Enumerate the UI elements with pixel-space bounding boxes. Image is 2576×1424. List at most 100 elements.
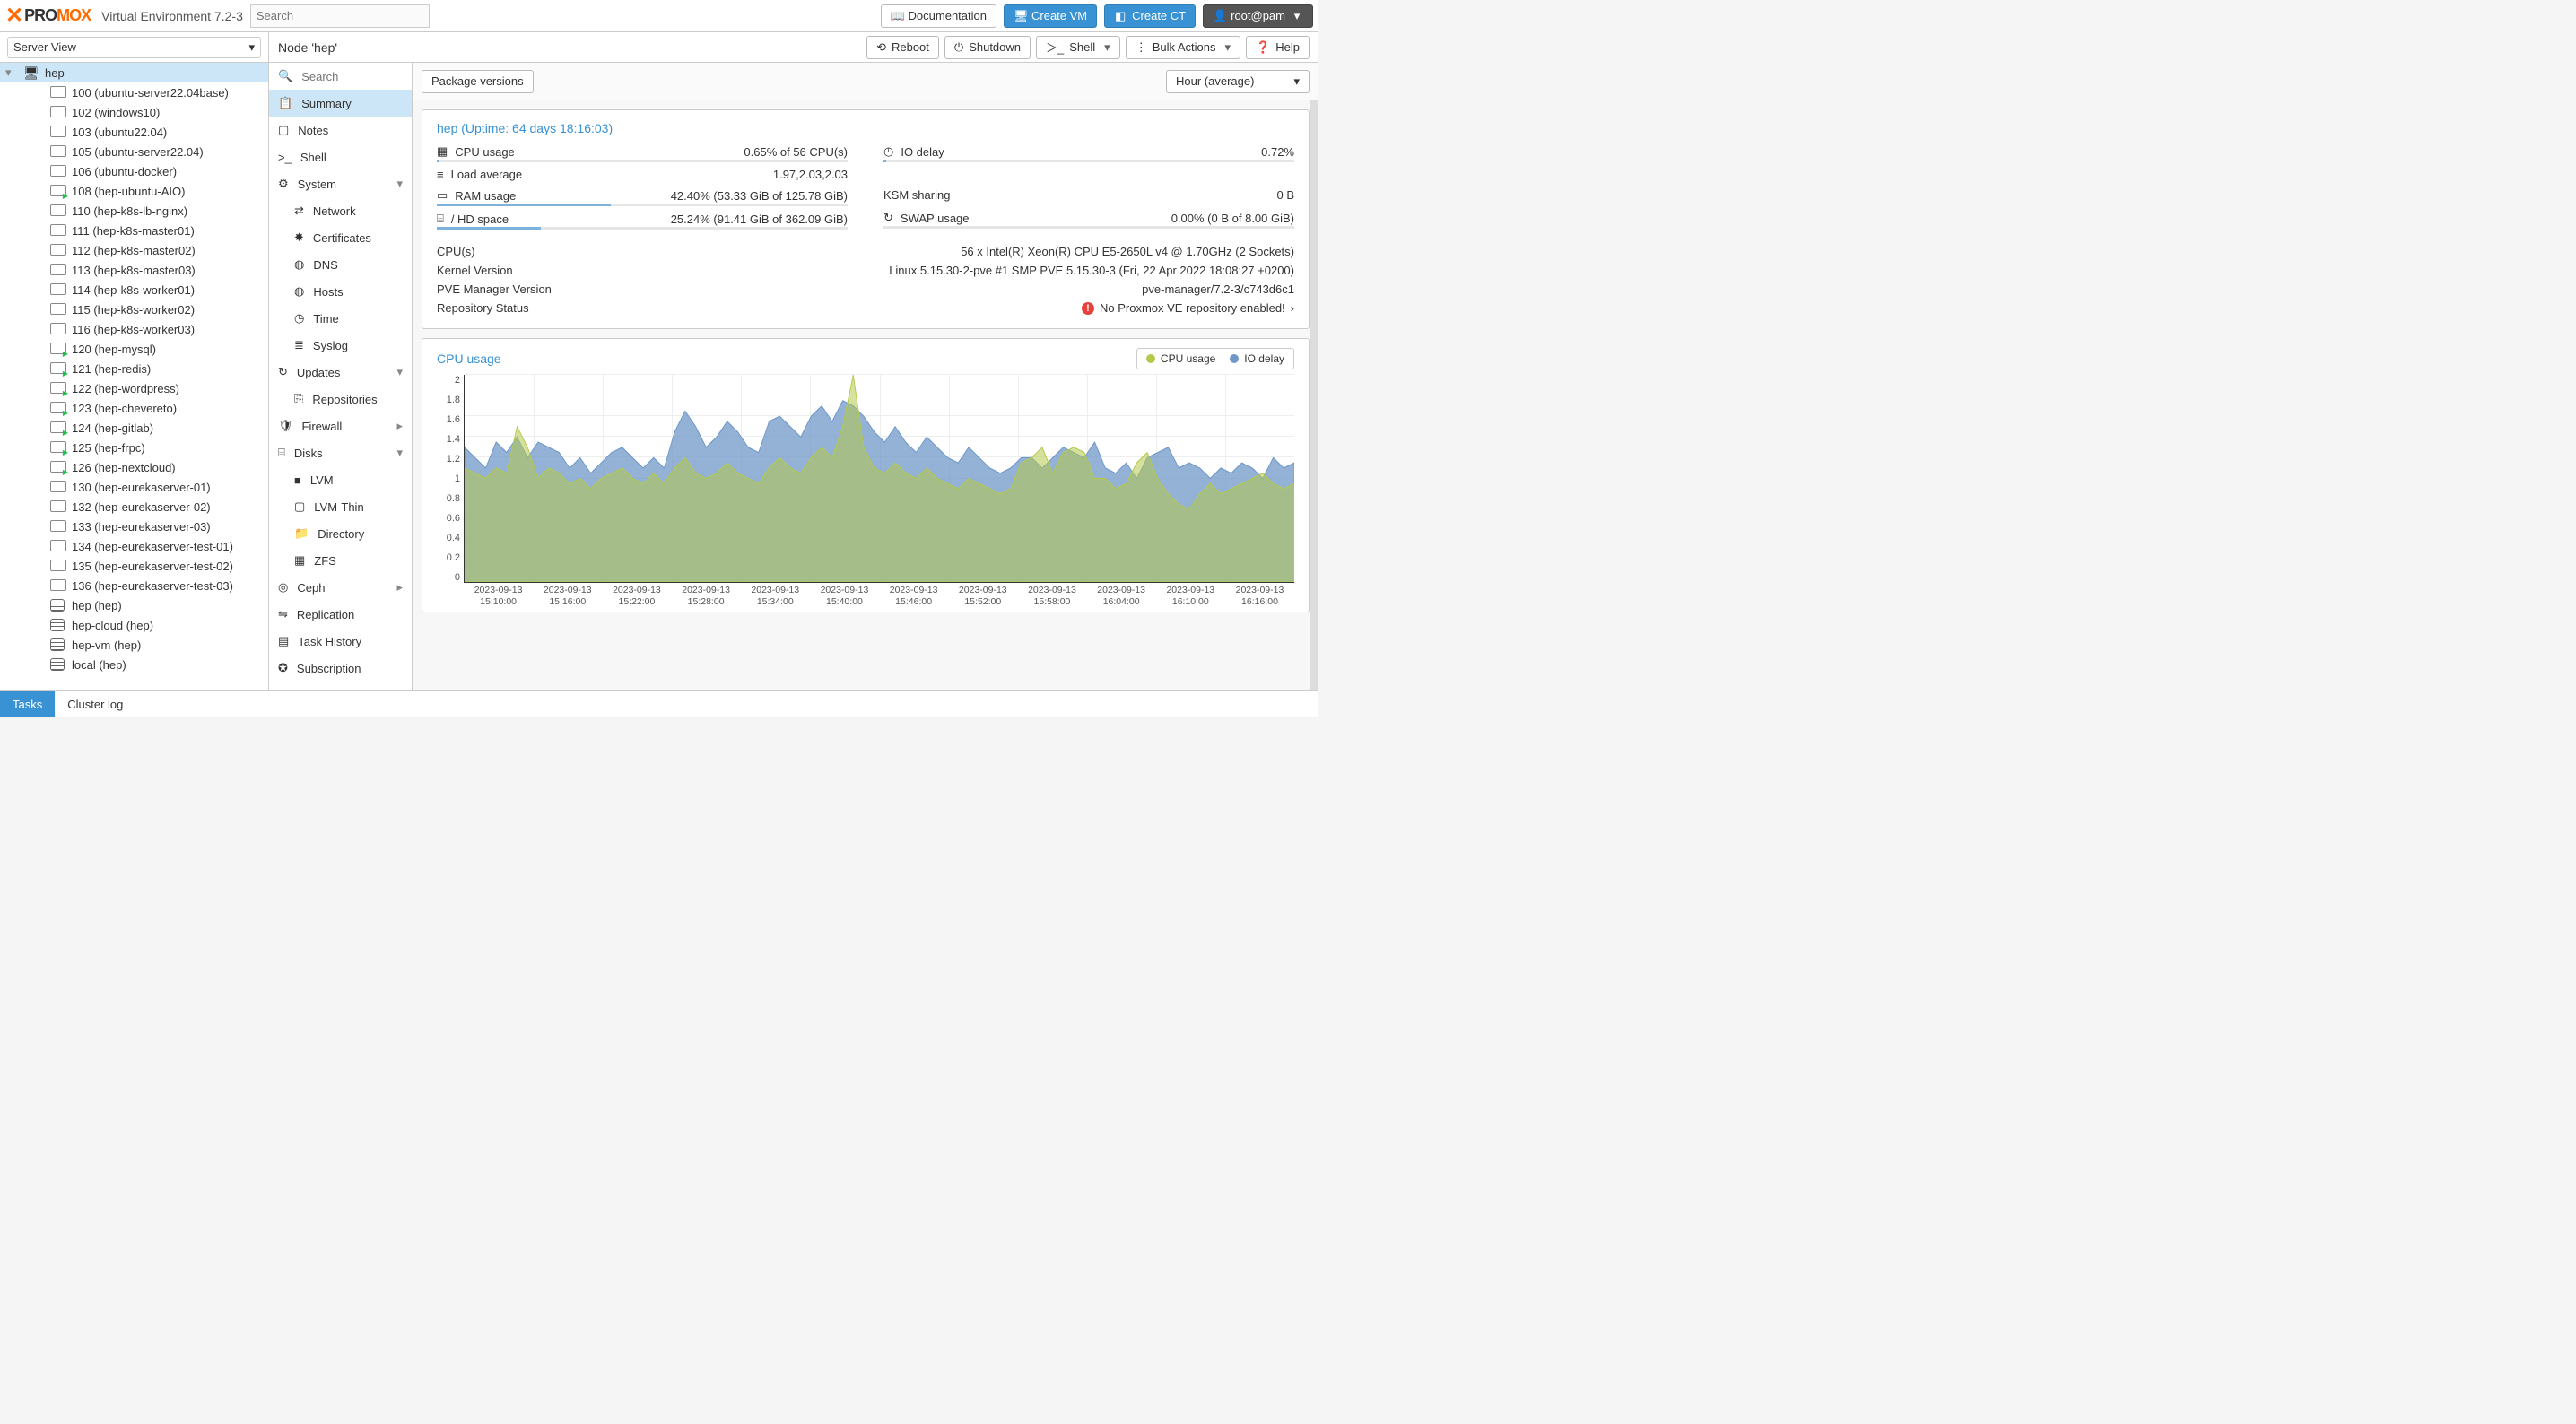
menu-item[interactable]: ▤Task History bbox=[269, 628, 412, 655]
documentation-button[interactable]: 📖Documentation bbox=[881, 4, 996, 28]
tree-item[interactable]: 110 (hep-k8s-lb-nginx) bbox=[0, 201, 268, 221]
chevron-right-icon: › bbox=[1291, 301, 1294, 315]
user-menu-button[interactable]: 👤root@pam▾ bbox=[1203, 4, 1313, 28]
vm-icon bbox=[50, 323, 66, 335]
menu-search[interactable]: 🔍 bbox=[269, 63, 412, 90]
resource-tree[interactable]: ▾ hep 100 (ubuntu-server22.04base)102 (w… bbox=[0, 63, 269, 690]
menu-item[interactable]: ▢Notes bbox=[269, 117, 412, 143]
menu-item[interactable]: ◷Time bbox=[269, 305, 412, 332]
tree-item[interactable]: 125 (hep-frpc) bbox=[0, 438, 268, 457]
menu-item[interactable]: ⎘Repositories bbox=[269, 386, 412, 412]
timerange-select[interactable]: Hour (average)▾ bbox=[1166, 70, 1310, 93]
tree-item[interactable]: 126 (hep-nextcloud) bbox=[0, 457, 268, 477]
menu-item[interactable]: ≣Syslog bbox=[269, 332, 412, 359]
tree-item-label: 133 (hep-eurekaserver-03) bbox=[72, 520, 211, 534]
menu-item[interactable]: 🛡Firewall▸ bbox=[269, 412, 412, 439]
tree-item[interactable]: 121 (hep-redis) bbox=[0, 359, 268, 378]
tree-item[interactable]: 124 (hep-gitlab) bbox=[0, 418, 268, 438]
help-icon: ❓ bbox=[1256, 40, 1270, 55]
tree-item[interactable]: local (hep) bbox=[0, 655, 268, 674]
tree-item[interactable]: 130 (hep-eurekaserver-01) bbox=[0, 477, 268, 497]
chevron-down-icon: ▾ bbox=[1104, 40, 1110, 55]
menu-label: Repositories bbox=[312, 393, 377, 406]
tree-item-label: 126 (hep-nextcloud) bbox=[72, 461, 176, 474]
tree-item[interactable]: 105 (ubuntu-server22.04) bbox=[0, 142, 268, 161]
x-tick: 2023-09-1316:10:00 bbox=[1156, 583, 1225, 608]
menu-label: Network bbox=[313, 204, 356, 218]
expander-icon[interactable]: ▾ bbox=[5, 65, 16, 80]
menu-item[interactable]: ◍Hosts bbox=[269, 278, 412, 305]
cluster-log-tab[interactable]: Cluster log bbox=[55, 691, 135, 717]
menu-item[interactable]: ✸Certificates bbox=[269, 224, 412, 251]
tree-item[interactable]: 120 (hep-mysql) bbox=[0, 339, 268, 359]
create-vm-button[interactable]: 🖥Create VM bbox=[1004, 4, 1097, 28]
tree-item[interactable]: 103 (ubuntu22.04) bbox=[0, 122, 268, 142]
tree-item[interactable]: 132 (hep-eurekaserver-02) bbox=[0, 497, 268, 517]
menu-item[interactable]: ⇄Network bbox=[269, 197, 412, 224]
shell-button[interactable]: ＞_Shell▾ bbox=[1036, 36, 1120, 59]
menu-item[interactable]: ◎Ceph▸ bbox=[269, 574, 412, 601]
menu-item[interactable]: 📁Directory bbox=[269, 520, 412, 547]
menu-item[interactable]: ✪Subscription bbox=[269, 655, 412, 682]
create-ct-button[interactable]: ◧Create CT bbox=[1104, 4, 1196, 28]
power-icon: ⏻ bbox=[954, 40, 963, 55]
tree-item[interactable]: 113 (hep-k8s-master03) bbox=[0, 260, 268, 280]
chevron-icon: ▸ bbox=[396, 580, 403, 595]
tree-item[interactable]: 112 (hep-k8s-master02) bbox=[0, 240, 268, 260]
tree-item[interactable]: 106 (ubuntu-docker) bbox=[0, 161, 268, 181]
tree-item[interactable]: 133 (hep-eurekaserver-03) bbox=[0, 517, 268, 536]
menu-search-input[interactable] bbox=[301, 70, 403, 83]
search-input[interactable] bbox=[250, 4, 430, 28]
view-select[interactable]: Server View▾ bbox=[7, 37, 261, 58]
menu-item[interactable]: 📋Summary bbox=[269, 90, 412, 117]
menu-item[interactable]: ⇋Replication bbox=[269, 601, 412, 628]
menu-item[interactable]: ⚙System▾ bbox=[269, 170, 412, 197]
tree-item[interactable]: 134 (hep-eurekaserver-test-01) bbox=[0, 536, 268, 556]
menu-item[interactable]: ■LVM bbox=[269, 466, 412, 493]
tree-item[interactable]: 135 (hep-eurekaserver-test-02) bbox=[0, 556, 268, 576]
tree-item[interactable]: hep-vm (hep) bbox=[0, 635, 268, 655]
tree-item-label: 105 (ubuntu-server22.04) bbox=[72, 145, 204, 159]
bulk-actions-button[interactable]: ⋮Bulk Actions▾ bbox=[1126, 36, 1240, 59]
menu-item[interactable]: ⌸Disks▾ bbox=[269, 439, 412, 466]
tree-item[interactable]: 136 (hep-eurekaserver-test-03) bbox=[0, 576, 268, 595]
tree-item[interactable]: 108 (hep-ubuntu-AIO) bbox=[0, 181, 268, 201]
tree-item-label: 120 (hep-mysql) bbox=[72, 343, 156, 356]
vm-icon bbox=[50, 579, 66, 592]
help-button[interactable]: ❓Help bbox=[1246, 36, 1310, 59]
side-menu[interactable]: 🔍 📋Summary▢Notes>_Shell⚙System▾⇄Network✸… bbox=[269, 63, 413, 690]
menu-label: Certificates bbox=[313, 231, 371, 245]
tree-item[interactable]: 115 (hep-k8s-worker02) bbox=[0, 300, 268, 319]
shutdown-button[interactable]: ⏻Shutdown bbox=[944, 36, 1031, 59]
menu-item[interactable]: ▦ZFS bbox=[269, 547, 412, 574]
package-versions-button[interactable]: Package versions bbox=[422, 70, 534, 93]
proxmox-logo[interactable]: ✕ PROMOX bbox=[5, 3, 91, 29]
tree-item[interactable]: hep (hep) bbox=[0, 595, 268, 615]
repo-status-value[interactable]: ! No Proxmox VE repository enabled! › bbox=[1082, 301, 1294, 315]
tree-item[interactable]: 102 (windows10) bbox=[0, 102, 268, 122]
tree-item[interactable]: 122 (hep-wordpress) bbox=[0, 378, 268, 398]
tasks-tab[interactable]: Tasks bbox=[0, 691, 55, 717]
tree-item-label: hep-vm (hep) bbox=[72, 638, 141, 652]
vm-icon bbox=[50, 165, 66, 178]
tree-item[interactable]: hep-cloud (hep) bbox=[0, 615, 268, 635]
menu-item[interactable]: ▢LVM-Thin bbox=[269, 493, 412, 520]
tree-item[interactable]: 123 (hep-chevereto) bbox=[0, 398, 268, 418]
clock-icon: ◷ bbox=[883, 144, 893, 159]
menu-item[interactable]: ◍DNS bbox=[269, 251, 412, 278]
menu-item[interactable]: >_Shell bbox=[269, 143, 412, 170]
tree-item-label: 122 (hep-wordpress) bbox=[72, 382, 179, 395]
menu-item[interactable]: ↻Updates▾ bbox=[269, 359, 412, 386]
menu-label: Notes bbox=[298, 124, 328, 137]
tree-item[interactable]: 116 (hep-k8s-worker03) bbox=[0, 319, 268, 339]
tree-item[interactable]: 114 (hep-k8s-worker01) bbox=[0, 280, 268, 300]
tree-item[interactable]: 111 (hep-k8s-master01) bbox=[0, 221, 268, 240]
tree-item-label: 121 (hep-redis) bbox=[72, 362, 151, 376]
info-key: PVE Manager Version bbox=[437, 282, 552, 296]
menu-icon: 🛡 bbox=[278, 419, 293, 433]
tree-node-hep[interactable]: ▾ hep bbox=[0, 63, 268, 82]
tree-item[interactable]: 100 (ubuntu-server22.04base) bbox=[0, 82, 268, 102]
reboot-button[interactable]: ⟲Reboot bbox=[866, 36, 939, 59]
tree-item-label: 106 (ubuntu-docker) bbox=[72, 165, 177, 178]
menu-label: System bbox=[298, 178, 336, 191]
